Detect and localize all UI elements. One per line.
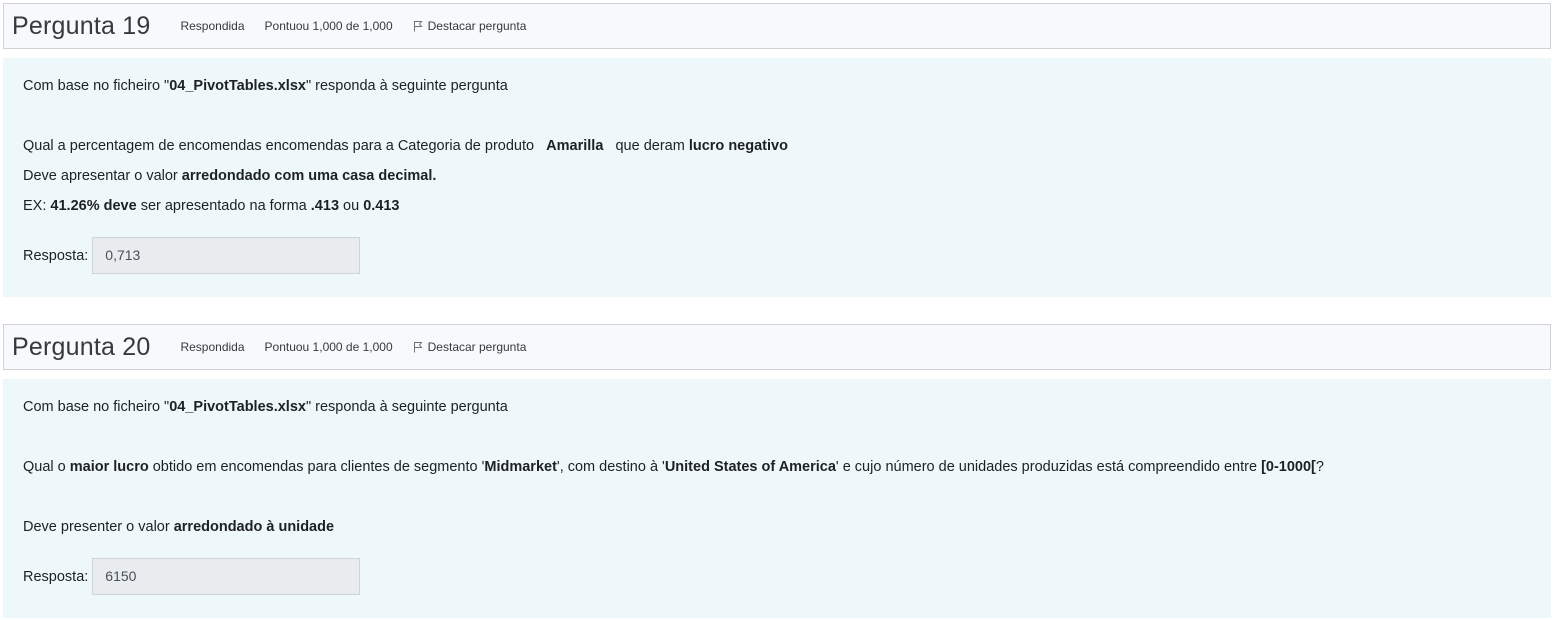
flag-question-link[interactable]: Destacar pergunta [413, 340, 527, 354]
flag-label: Destacar pergunta [427, 19, 527, 33]
answer-label: Resposta: [23, 568, 89, 585]
grade-text: Pontuou 1,000 de 1,000 [264, 340, 393, 354]
question-number: 20 [122, 332, 151, 361]
flag-icon [413, 21, 423, 32]
rounding-instruction: Deve apresentar o valor arredondado com … [23, 168, 437, 184]
question-content: Com base no ficheiro "04_PivotTables.xls… [3, 379, 1551, 618]
question-text: Qual a percentagem de encomendas encomen… [23, 138, 788, 154]
question-header: Pergunta 20 Respondida Pontuou 1,000 de … [3, 324, 1551, 370]
question-number: 19 [122, 11, 151, 40]
answer-row: Resposta: 0,713 [23, 237, 1531, 274]
intro-text: Com base no ficheiro "04_PivotTables.xls… [23, 78, 508, 94]
answer-row: Resposta: 6150 [23, 558, 1531, 595]
answer-input[interactable]: 6150 [92, 558, 361, 595]
question-text: Qual o maior lucro obtido em encomendas … [23, 459, 1324, 475]
answer-input[interactable]: 0,713 [92, 237, 361, 274]
answer-label: Resposta: [23, 247, 89, 264]
grade-text: Pontuou 1,000 de 1,000 [264, 19, 393, 33]
status-text: Respondida [180, 340, 245, 354]
example-text: EX: 41.26% deve ser apresentado na forma… [23, 198, 400, 214]
file-name: 04_PivotTables.xlsx [169, 399, 306, 415]
question-20: Pergunta 20 Respondida Pontuou 1,000 de … [3, 324, 1551, 618]
file-name: 04_PivotTables.xlsx [169, 78, 306, 94]
question-content: Com base no ficheiro "04_PivotTables.xls… [3, 58, 1551, 297]
question-header: Pergunta 19 Respondida Pontuou 1,000 de … [3, 3, 1551, 49]
question-title: Pergunta 20 [12, 332, 151, 361]
intro-text: Com base no ficheiro "04_PivotTables.xls… [23, 399, 508, 415]
question-title: Pergunta 19 [12, 11, 151, 40]
status-text: Respondida [180, 19, 245, 33]
flag-icon [413, 342, 423, 353]
question-19: Pergunta 19 Respondida Pontuou 1,000 de … [3, 3, 1551, 297]
flag-label: Destacar pergunta [427, 340, 527, 354]
flag-question-link[interactable]: Destacar pergunta [413, 19, 527, 33]
rounding-instruction: Deve presenter o valor arredondado à uni… [23, 519, 335, 535]
